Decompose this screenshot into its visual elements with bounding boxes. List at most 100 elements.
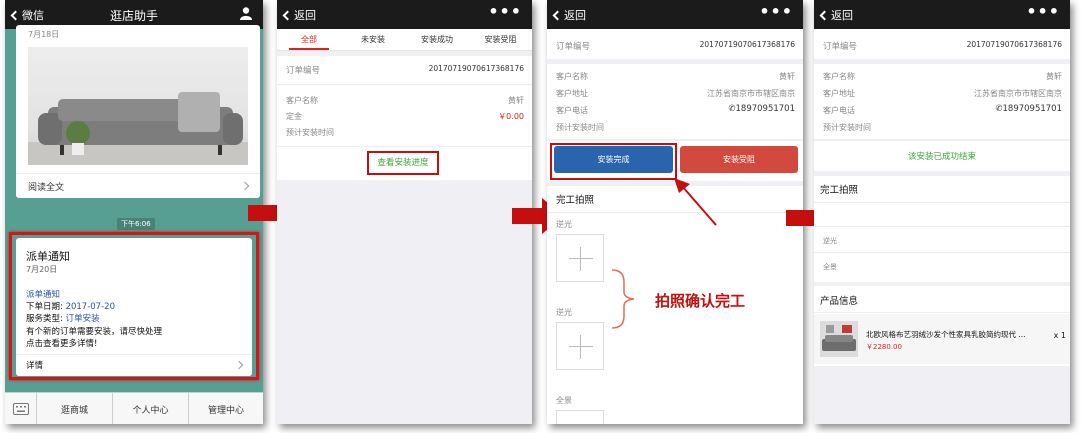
dispatch-notification-card[interactable]: 派单通知 7月20日 派单通知 下单日期: 2017-07-20 服务类型: 订…: [16, 238, 252, 376]
service-type-label: 服务类型:: [26, 314, 63, 324]
menu-admin-center[interactable]: 管理中心: [189, 403, 263, 416]
back-label: 返回: [564, 9, 586, 22]
order-number-value: 20170719070617368176: [966, 40, 1062, 49]
tab-not-installed[interactable]: 未安装: [341, 34, 405, 45]
customer-label: 客户名称: [286, 96, 318, 105]
article-card[interactable]: 7月18日 阅读全文: [16, 25, 260, 198]
phone-value[interactable]: ✆18970951701: [728, 104, 795, 114]
card-date: 7月20日: [26, 265, 58, 274]
order-date-value: 2017-07-20: [65, 302, 115, 312]
more-icon[interactable]: •••: [1026, 2, 1060, 21]
back-button[interactable]: 返回: [282, 7, 316, 23]
photo-panorama-label: 全景: [823, 263, 837, 271]
photo-backlight-label: 逆光: [823, 237, 837, 245]
phone-icon: ✆: [728, 104, 736, 114]
tab-installed[interactable]: 安装成功: [405, 34, 469, 45]
more-icon[interactable]: •••: [488, 2, 522, 21]
menu-shop[interactable]: 逛商城: [37, 403, 112, 416]
customer-label: 客户名称: [823, 72, 855, 81]
eta-label: 预计安装时间: [286, 128, 334, 137]
product-section: 产品信息 北欧风格布艺羽绒沙发个性家具乳胶简约现代 ... ￥2280.00 x…: [814, 286, 1070, 366]
title-bar: 返回 •••: [814, 0, 1070, 29]
customer-info: 客户名称 黄轩 客户地址 江苏省南京市市辖区南京 客户电话 ✆189709517…: [814, 64, 1070, 139]
chevron-right-icon: [240, 181, 250, 191]
add-photo-button-1[interactable]: [556, 234, 604, 282]
chat-timestamp: 下午6:06: [117, 218, 155, 230]
order-number-value: 20170719070617368176: [428, 64, 524, 73]
order-number-label: 订单编号: [823, 42, 858, 52]
plus-icon: [569, 346, 593, 347]
install-success-status: 该安装已成功结束: [907, 152, 976, 162]
deposit-value: ￥0.00: [498, 112, 524, 121]
card-line-1: 派单通知: [26, 290, 61, 300]
product-quantity: x 1: [1053, 331, 1066, 340]
back-button[interactable]: 返回: [819, 7, 853, 23]
plus-icon: [569, 258, 593, 259]
photo-section: 完工拍照 逆光 全景: [814, 176, 1070, 282]
card-line-2: 下单日期: 2017-07-20: [26, 300, 115, 312]
customer-value: 黄轩: [1046, 72, 1062, 81]
back-label: 返回: [831, 9, 853, 22]
tab-blocked[interactable]: 安装受阻: [469, 34, 532, 45]
install-blocked-button[interactable]: 安装受阻: [680, 146, 798, 173]
product-thumbnail: [820, 321, 858, 357]
user-icon[interactable]: [239, 6, 253, 20]
photo-section-title: 完工拍照: [820, 185, 859, 196]
phone-label: 客户电话: [556, 106, 588, 115]
add-photo-button-3[interactable]: [556, 410, 604, 424]
product-name: 北欧风格布艺羽绒沙发个性家具乳胶简约现代 ...: [866, 330, 1026, 339]
tab-active-underline: [289, 48, 329, 50]
chevron-left-icon: [282, 10, 293, 21]
photo-section-title: 完工拍照: [556, 195, 595, 206]
product-price: ￥2280.00: [866, 343, 902, 351]
screen-order-detail: 返回 ••• 订单编号 20170719070617368176 客户名称 黄轩…: [547, 0, 803, 424]
card-line-5: 点击查看更多详情!: [26, 339, 98, 349]
tab-all[interactable]: 全部: [277, 34, 341, 45]
order-number-label: 订单编号: [556, 42, 591, 52]
service-type-value: 订单安装: [65, 314, 100, 324]
details-link[interactable]: 详情: [26, 359, 43, 371]
order-date-label: 下单日期:: [26, 302, 63, 312]
view-progress-link[interactable]: 查看安装进度: [367, 156, 439, 168]
phone-icon: ✆: [995, 104, 1003, 114]
order-number-label: 订单编号: [286, 66, 321, 76]
order-item[interactable]: 订单编号 20170719070617368176 客户名称 黄轩 定金 ￥0.…: [277, 56, 532, 180]
back-button[interactable]: 返回: [552, 7, 586, 23]
order-number-row: 订单编号 20170719070617368176: [814, 29, 1070, 59]
tab-bar: 全部 未安装 安装成功 安装受阻: [277, 29, 532, 51]
chevron-left-icon: [552, 10, 563, 21]
eta-label: 预计安装时间: [823, 123, 871, 132]
order-number-row: 订单编号 20170719070617368176: [547, 29, 803, 59]
customer-info: 客户名称 黄轩 客户地址 江苏省南京市市辖区南京 客户电话 ✆189709517…: [547, 64, 803, 139]
pointer-arrow-annotation: [674, 178, 717, 226]
screen-order-completed: 返回 ••• 订单编号 20170719070617368176 客户名称 黄轩…: [814, 0, 1070, 424]
address-label: 客户地址: [823, 89, 855, 98]
complete-button-highlight: [550, 143, 677, 180]
page-title: 逛店助手: [109, 9, 158, 23]
photo-backlight-label-2: 逆光: [556, 308, 572, 317]
deposit-label: 定金: [286, 112, 302, 121]
phone-number: 18970951701: [735, 104, 796, 114]
customer-value: 黄轩: [508, 96, 524, 105]
add-photo-button-2[interactable]: [556, 322, 604, 370]
eta-label: 预计安装时间: [556, 123, 604, 132]
article-date: 7月18日: [28, 30, 60, 39]
phone-value[interactable]: ✆18970951701: [995, 104, 1062, 114]
timestamp-text: 下午6:06: [121, 220, 151, 228]
more-icon[interactable]: •••: [759, 2, 793, 21]
photo-backlight-label-1: 逆光: [556, 220, 572, 229]
address-value: 江苏省南京市市辖区南京: [707, 89, 795, 98]
address-label: 客户地址: [556, 89, 588, 98]
screen-order-list: 返回 ••• 全部 未安装 安装成功 安装受阻 订单编号 20170719070…: [277, 0, 532, 424]
menu-personal-center[interactable]: 个人中心: [113, 403, 188, 416]
back-label: 返回: [294, 9, 316, 22]
read-more-link[interactable]: 阅读全文: [28, 180, 64, 193]
sofa-image: [28, 47, 248, 165]
photo-bracket-annotation: [611, 269, 635, 329]
card-title: 派单通知: [26, 250, 70, 263]
photo-confirm-annotation: 拍照确认完工: [655, 292, 746, 310]
title-bar: 返回 •••: [277, 0, 532, 29]
keyboard-icon[interactable]: [13, 403, 29, 415]
read-more-label: 阅读全文: [28, 183, 65, 193]
product-item[interactable]: 北欧风格布艺羽绒沙发个性家具乳胶简约现代 ... ￥2280.00 x 1: [814, 314, 1070, 364]
